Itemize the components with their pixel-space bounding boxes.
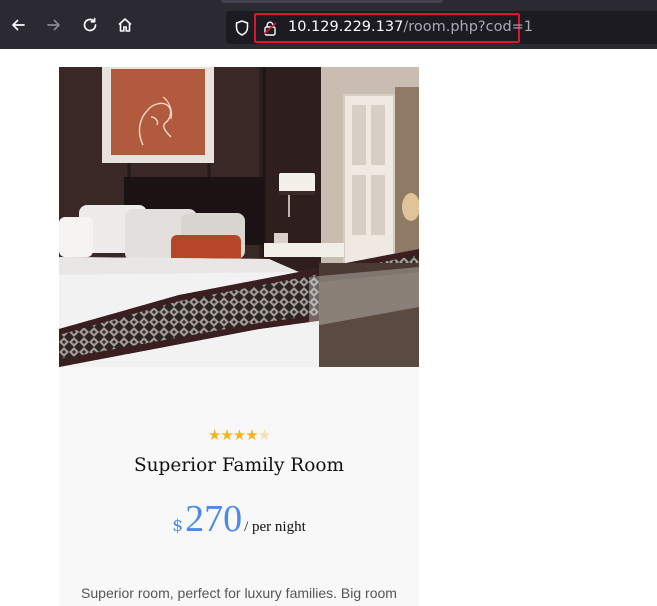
price-period: / per night [244,519,306,535]
url-text[interactable]: 10.129.229.137/room.php?cod=1 [288,18,533,36]
browser-toolbar: 10.129.229.137/room.php?cod=1 [0,0,657,49]
page-content: ★★★★★ Superior Family Room $270/ per nig… [0,49,657,606]
url-host: 10.129.229.137 [288,19,404,35]
arrow-right-icon [47,19,60,31]
reload-icon [83,17,97,32]
back-button[interactable] [5,12,31,38]
home-icon [118,18,132,32]
shield-icon[interactable] [233,19,251,37]
star-icon: ★ [245,426,258,444]
room-description: Superior room, perfect for luxury famili… [81,585,397,601]
home-button[interactable] [112,12,138,38]
star-icon: ★ [207,426,221,444]
room-card: ★★★★★ Superior Family Room $270/ per nig… [59,67,419,606]
reload-button[interactable] [77,12,103,38]
room-title: Superior Family Room [133,455,345,476]
forward-button[interactable] [41,12,67,38]
price-amount: 270 [185,498,243,540]
price-currency: $ [172,516,184,536]
star-icon: ★ [232,426,246,444]
address-bar[interactable]: 10.129.229.137/room.php?cod=1 [226,11,657,44]
star-rating: ★★★★★ [59,427,419,443]
arrow-left-icon [12,19,25,31]
star-icon: ★ [220,426,233,444]
star-empty-icon: ★ [257,426,271,444]
url-path: /room.php?cod=1 [403,19,534,35]
active-tab-edge [221,0,443,3]
room-price: $270/ per night [59,499,419,539]
room-photo [59,67,419,367]
lock-icon[interactable] [262,20,278,36]
